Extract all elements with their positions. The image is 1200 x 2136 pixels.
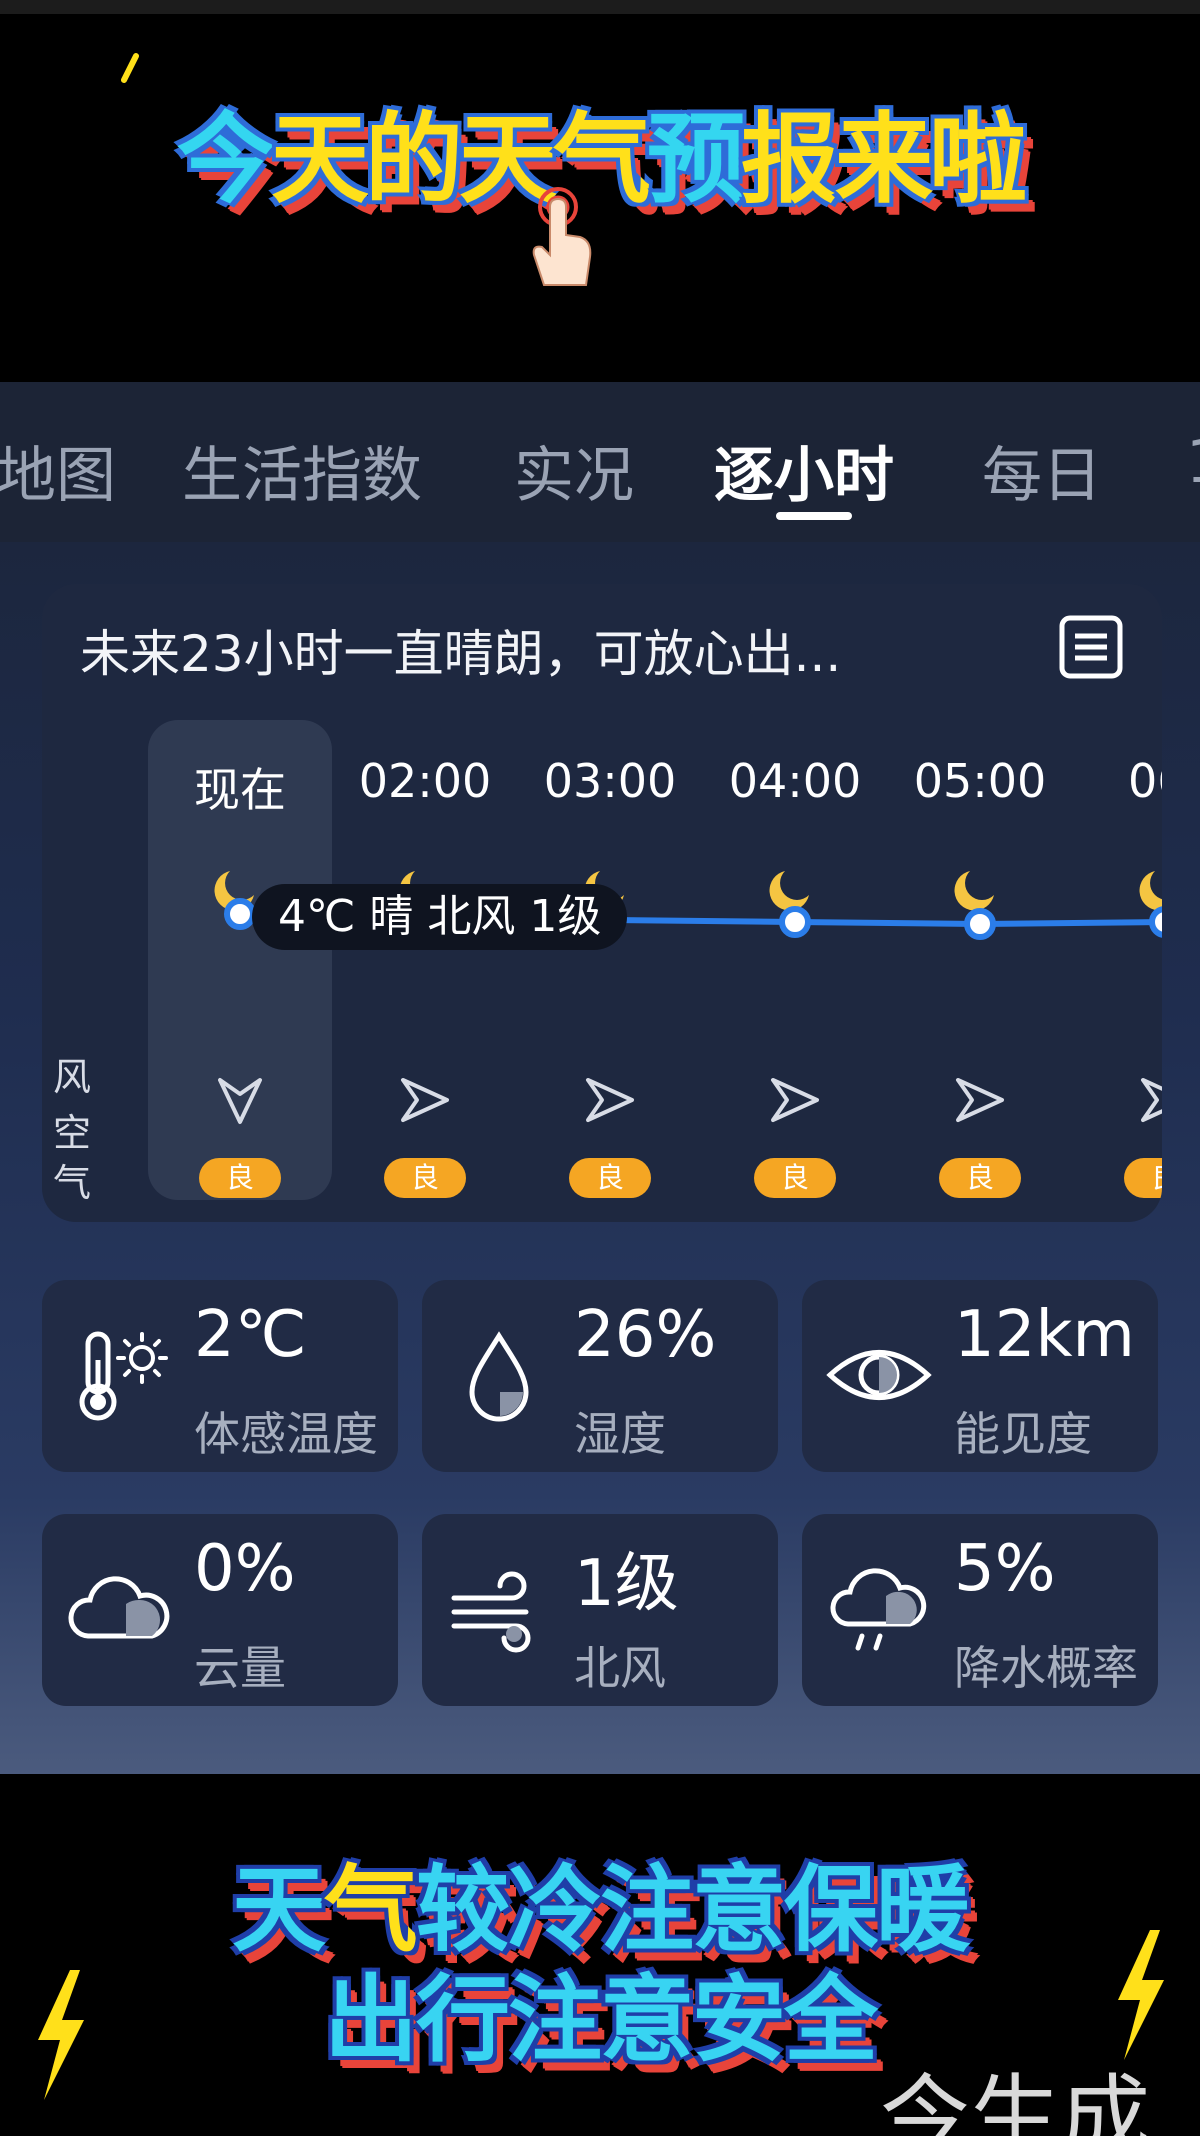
wind-direction-icon xyxy=(956,1078,1004,1122)
banner-title: 今天的天气预报来啦 xyxy=(176,103,1027,217)
visibility-card[interactable]: 12km 能见度 xyxy=(802,1280,1158,1472)
current-hour-tooltip: 4℃ 晴 北风 1级 xyxy=(252,884,628,950)
top-status-strip xyxy=(0,0,1200,14)
cloud-cover-value: 0% xyxy=(194,1532,296,1606)
bottom-banner: 天气较冷注意保暖 出行注意安全 今生成 xyxy=(0,1774,1200,2136)
hour-label: 04:00 xyxy=(728,754,862,808)
hour-label: 现在 xyxy=(194,763,286,817)
precipitation-value: 5% xyxy=(954,1532,1056,1606)
eye-icon xyxy=(826,1350,932,1400)
wind-card[interactable]: 1级 北风 xyxy=(422,1514,778,1706)
wind-direction-icon xyxy=(1141,1078,1162,1122)
moon-icon xyxy=(769,871,809,911)
aqi-badge: 良 xyxy=(569,1158,651,1198)
wind-direction-icon xyxy=(586,1078,634,1122)
pointing-hand-icon xyxy=(532,187,592,286)
moon-icon xyxy=(1139,871,1162,911)
precipitation-card[interactable]: 5% 降水概率 xyxy=(802,1514,1158,1706)
thermometer-sun-icon xyxy=(79,1331,168,1421)
tab-active-indicator xyxy=(776,512,852,520)
hour-label: 03:00 xyxy=(543,754,677,808)
tab-bar: 地图 生活指数 实况 逐小时 每日 1 xyxy=(0,382,1200,542)
feels-like-value: 2℃ xyxy=(194,1298,307,1372)
tab-more[interactable]: 1 xyxy=(1186,427,1200,497)
feels-like-card[interactable]: 2℃ 体感温度 xyxy=(42,1280,398,1472)
humidity-label: 湿度 xyxy=(574,1407,666,1461)
wind-direction-icon xyxy=(401,1078,449,1122)
wind-icon xyxy=(451,1571,531,1653)
lightning-icon xyxy=(1118,1930,1164,2060)
tab-life-index[interactable]: 生活指数 xyxy=(182,427,422,514)
aqi-badge: 良 xyxy=(1124,1158,1162,1198)
tab-hourly[interactable]: 逐小时 xyxy=(714,427,894,514)
tab-map[interactable]: 地图 xyxy=(0,427,116,514)
humidity-value: 26% xyxy=(574,1298,717,1372)
cloud-cover-card[interactable]: 0% 云量 xyxy=(42,1514,398,1706)
hour-label: 05:00 xyxy=(913,754,1047,808)
air-row-label: 空 xyxy=(52,1111,91,1155)
temperature-point xyxy=(1149,906,1162,938)
moon-icon xyxy=(954,871,994,911)
visibility-value: 12km xyxy=(954,1298,1135,1372)
wind-value: 1级 xyxy=(574,1547,679,1621)
cloud-icon xyxy=(68,1576,170,1639)
aqi-badge: 良 xyxy=(384,1158,466,1198)
top-banner: 今天的天气预报来啦 xyxy=(0,0,1200,382)
tab-current[interactable]: 实况 xyxy=(514,427,634,514)
cloud-cover-label: 云量 xyxy=(194,1641,286,1695)
forecast-summary: 未来23小时一直晴朗，可放心出... xyxy=(80,625,842,683)
temperature-point xyxy=(779,906,811,938)
watermark: 今生成 xyxy=(880,2065,1150,2136)
wind-label: 北风 xyxy=(574,1641,666,1695)
weather-app-screen: 地图 生活指数 实况 逐小时 每日 1 未来23小时一直晴朗，可放心出... 现… xyxy=(0,382,1200,1774)
lightning-icon xyxy=(38,1970,84,2100)
hour-label: 06: xyxy=(1127,754,1162,808)
aqi-badge: 良 xyxy=(199,1158,281,1198)
hour-label: 02:00 xyxy=(358,754,492,808)
air-row-label: 气 xyxy=(52,1161,91,1205)
water-drop-icon xyxy=(469,1331,529,1422)
precipitation-label: 降水概率 xyxy=(954,1641,1138,1695)
visibility-label: 能见度 xyxy=(954,1407,1092,1461)
wind-direction-icon xyxy=(218,1078,262,1124)
aqi-badge: 良 xyxy=(754,1158,836,1198)
list-icon[interactable] xyxy=(1058,614,1124,680)
aqi-badge: 良 xyxy=(939,1158,1021,1198)
wind-row-label: 风 xyxy=(52,1055,91,1099)
wind-direction-icon xyxy=(771,1078,819,1122)
temperature-point xyxy=(964,908,996,940)
humidity-card[interactable]: 26% 湿度 xyxy=(422,1280,778,1472)
hourly-forecast-card[interactable]: 未来23小时一直晴朗，可放心出... 现在 02:00 03:00 04:00 … xyxy=(42,584,1162,1222)
tab-daily[interactable]: 每日 xyxy=(982,427,1102,514)
temperature-point xyxy=(224,898,256,930)
feels-like-label: 体感温度 xyxy=(194,1407,378,1461)
rain-cloud-icon xyxy=(830,1568,927,1651)
